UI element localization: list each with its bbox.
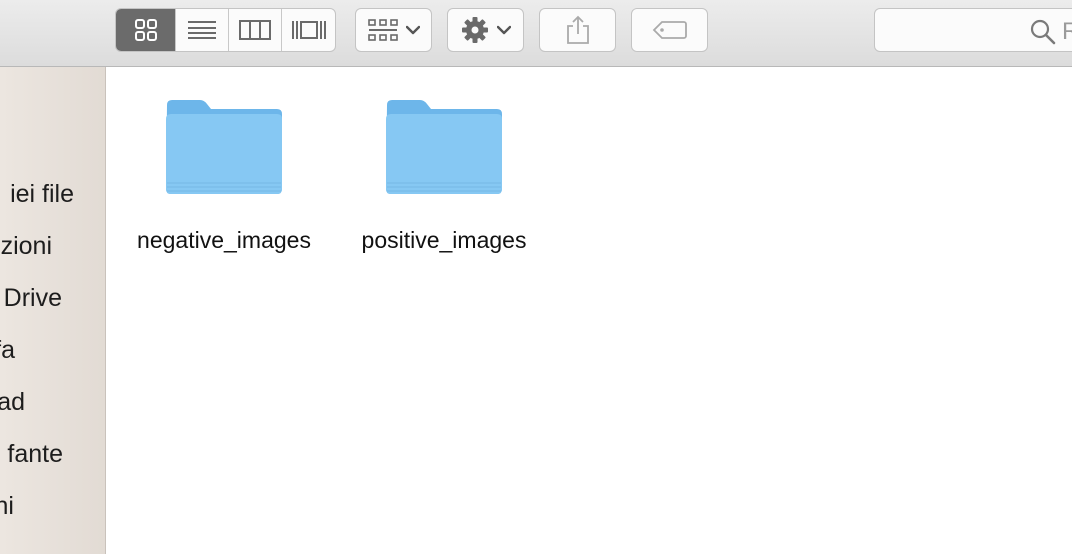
sidebar-item-5[interactable]: ad xyxy=(0,387,25,417)
file-name: negative_images xyxy=(137,227,311,253)
folder-item[interactable]: positive_images xyxy=(344,97,544,254)
share-icon xyxy=(566,15,589,44)
sidebar-item-4[interactable]: fa xyxy=(0,335,15,365)
sidebar-item-drive[interactable]: Drive xyxy=(4,283,62,313)
action-button[interactable] xyxy=(447,8,524,52)
view-mode-segmented-control xyxy=(115,8,336,52)
tag-icon xyxy=(652,21,687,39)
search-placeholder: R xyxy=(1062,18,1072,45)
toolbar: R xyxy=(0,0,1072,67)
folder-icon xyxy=(166,100,282,194)
sidebar: iei file zioni Drive fa ad fante ni xyxy=(0,67,106,554)
icon-view-button[interactable] xyxy=(116,9,176,51)
chevron-down-icon xyxy=(496,25,511,35)
cover-flow-view-button[interactable] xyxy=(282,9,335,51)
file-name: positive_images xyxy=(361,227,527,253)
column-view-button[interactable] xyxy=(229,9,282,51)
search-icon xyxy=(1030,19,1056,45)
sidebar-item-applications[interactable]: zioni xyxy=(1,231,52,261)
cover-flow-icon xyxy=(291,21,326,39)
sidebar-item-7[interactable]: ni xyxy=(0,491,14,521)
share-button[interactable] xyxy=(539,8,616,52)
search-field[interactable]: R xyxy=(874,8,1072,52)
icon-view-icon xyxy=(134,19,157,41)
folder-item[interactable]: negative_images xyxy=(124,97,324,254)
list-view-button[interactable] xyxy=(176,9,229,51)
arrange-button[interactable] xyxy=(355,8,432,52)
list-view-icon xyxy=(188,21,216,39)
column-view-icon xyxy=(239,20,271,40)
chevron-down-icon xyxy=(405,25,420,35)
tag-button[interactable] xyxy=(631,8,708,52)
file-browser-content: negative_images positive_images xyxy=(107,67,1072,554)
sidebar-item-6[interactable]: fante xyxy=(7,439,63,469)
gear-icon xyxy=(461,17,488,43)
sidebar-item-my-files[interactable]: iei file xyxy=(10,179,74,209)
grid-arrange-icon xyxy=(367,19,398,41)
folder-icon xyxy=(386,100,502,194)
